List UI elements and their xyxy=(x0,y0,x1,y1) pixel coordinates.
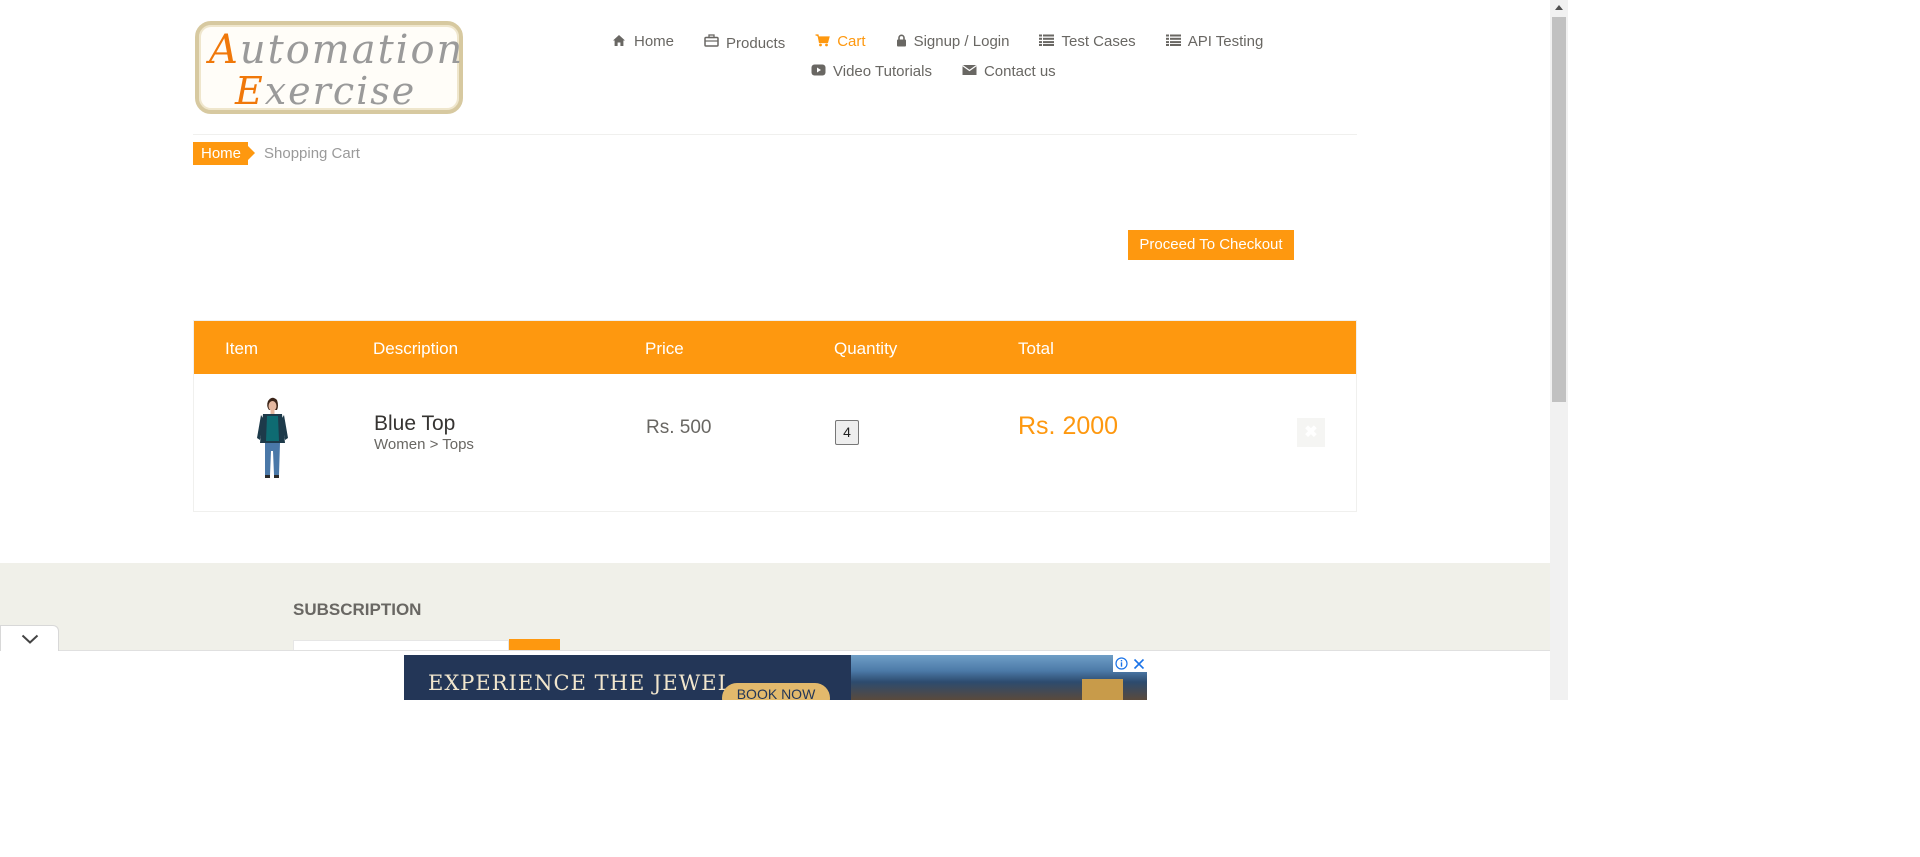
nav-products-label: Products xyxy=(726,34,786,52)
header-item: Item xyxy=(225,339,259,358)
ad-close-icon[interactable] xyxy=(1130,655,1147,672)
lock-icon xyxy=(896,34,908,48)
nav-video-tutorials-label: Video Tutorials xyxy=(833,62,932,80)
logo-cap-2: E xyxy=(235,69,265,113)
logo-line-1: Automation xyxy=(209,27,464,73)
breadcrumb-home[interactable]: Home xyxy=(193,142,256,165)
product-category: Women > Tops xyxy=(374,436,474,453)
delete-item-button[interactable]: ✖ xyxy=(1297,418,1325,447)
nav-cart[interactable]: Cart xyxy=(815,30,866,52)
product-photo xyxy=(246,393,298,479)
header-price: Price xyxy=(645,339,684,358)
shopping-cart-icon xyxy=(815,34,831,48)
nav-api-testing[interactable]: API Testing xyxy=(1165,30,1264,52)
product-image[interactable] xyxy=(246,393,298,479)
product-total: Rs. 2000 xyxy=(1018,412,1119,440)
subscription-email-input[interactable] xyxy=(293,640,509,650)
ad-headline: EXPERIENCE THE JEWEL xyxy=(428,671,733,695)
nav-home-label: Home xyxy=(634,32,675,50)
nav-test-cases[interactable]: Test Cases xyxy=(1039,30,1136,52)
briefcase-icon xyxy=(704,34,720,48)
subscription-title: SUBSCRIPTION xyxy=(293,600,422,619)
header-total: Total xyxy=(1018,339,1054,358)
scroll-up-arrow-icon[interactable] xyxy=(1555,5,1563,10)
list-icon xyxy=(1039,34,1055,48)
ad-book-now-button[interactable]: BOOK NOW xyxy=(722,683,830,700)
logo-line-2: Exercise xyxy=(235,69,416,113)
header-divider xyxy=(193,134,1357,135)
logo-rest-1: utomation xyxy=(239,27,465,73)
ad-collapse-toggle[interactable] xyxy=(0,625,59,651)
secondary-nav: Video Tutorials Contact us xyxy=(811,60,1056,82)
list-icon xyxy=(1165,34,1182,48)
product-price: Rs. 500 xyxy=(646,417,712,438)
close-icon: ✖ xyxy=(1304,424,1318,441)
logo-rest-2: xercise xyxy=(264,69,417,113)
logo-cap-1: A xyxy=(209,27,240,73)
breadcrumb-current: Shopping Cart xyxy=(264,145,360,162)
nav-api-testing-label: API Testing xyxy=(1187,32,1264,50)
ad-controls xyxy=(1113,655,1147,672)
cart-table-header: Item Description Price Quantity Total xyxy=(194,321,1356,374)
nav-home[interactable]: Home xyxy=(612,30,674,52)
scrollbar-thumb[interactable] xyxy=(1552,17,1566,402)
header-quantity: Quantity xyxy=(834,339,898,358)
nav-test-cases-label: Test Cases xyxy=(1061,32,1136,50)
header-description: Description xyxy=(373,339,459,358)
nav-contact-us[interactable]: Contact us xyxy=(962,60,1056,82)
product-name[interactable]: Blue Top xyxy=(374,412,455,436)
nav-products[interactable]: Products xyxy=(704,30,785,52)
page-scrollbar[interactable] xyxy=(1550,0,1568,700)
ad-info-icon[interactable] xyxy=(1113,655,1130,672)
home-icon xyxy=(612,34,628,48)
envelope-icon xyxy=(962,64,978,78)
youtube-play-icon xyxy=(811,64,827,78)
nav-video-tutorials[interactable]: Video Tutorials xyxy=(811,60,932,82)
proceed-to-checkout-button[interactable]: Proceed To Checkout xyxy=(1128,230,1294,260)
main-nav: Home Products Cart Signup / Login Test C… xyxy=(612,30,1263,52)
nav-cart-label: Cart xyxy=(837,32,866,50)
ad-banner[interactable]: EXPERIENCE THE JEWEL BOOK NOW xyxy=(404,655,1147,700)
cart-table: Item Description Price Quantity Total Bl… xyxy=(193,320,1357,512)
nav-contact-us-label: Contact us xyxy=(983,62,1056,80)
chevron-down-icon xyxy=(21,634,39,644)
subscribe-button[interactable] xyxy=(509,639,560,650)
site-logo[interactable]: Automation Exercise xyxy=(195,21,463,114)
nav-signup-login[interactable]: Signup / Login xyxy=(896,30,1010,52)
quantity-value[interactable]: 4 xyxy=(835,420,859,445)
nav-signup-login-label: Signup / Login xyxy=(913,32,1010,50)
ad-brand-logo xyxy=(1082,679,1123,700)
